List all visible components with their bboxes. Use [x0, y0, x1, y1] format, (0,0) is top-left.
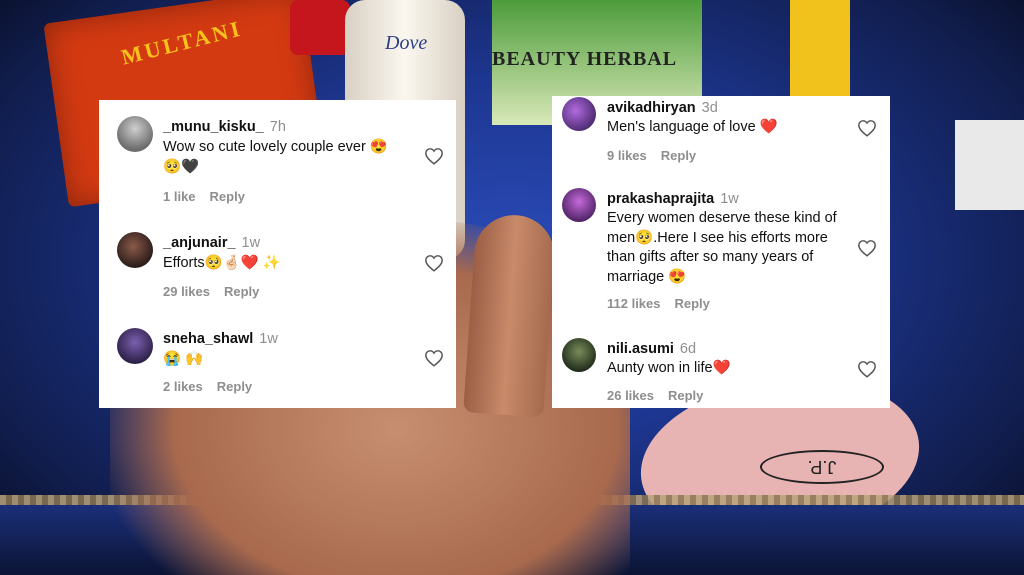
- comment-header: prakashaprajita 1w: [607, 190, 739, 208]
- comment-text-line: men🥺.Here I see his efforts more: [607, 229, 828, 246]
- bottle-label: Dove: [385, 32, 428, 54]
- comment-time: 3d: [701, 100, 718, 116]
- comment-header: _munu_kisku_ 7h: [163, 118, 286, 136]
- avatar[interactable]: [562, 188, 596, 222]
- comment-item: avikadhiryan 3d Men's language of love ❤️…: [552, 96, 890, 176]
- avatar[interactable]: [117, 232, 153, 268]
- like-count[interactable]: 1 like: [163, 189, 196, 204]
- jp-tag: J.P.: [760, 450, 884, 484]
- comment-item: sneha_shawl 1w 😭 🙌 2 likes Reply: [99, 316, 456, 406]
- avatar[interactable]: [562, 97, 596, 131]
- reply-button[interactable]: Reply: [675, 296, 710, 311]
- comment-username[interactable]: _anjunair_: [163, 235, 236, 251]
- like-count[interactable]: 2 likes: [163, 379, 203, 394]
- avatar[interactable]: [117, 116, 153, 152]
- heart-outline-icon[interactable]: [424, 254, 446, 274]
- heart-outline-icon[interactable]: [857, 239, 879, 259]
- comment-text: Aunty won in life❤️: [607, 360, 731, 376]
- reply-button[interactable]: Reply: [661, 148, 696, 163]
- reply-button[interactable]: Reply: [224, 284, 259, 299]
- comment-meta: 29 likes Reply: [163, 284, 259, 299]
- comment-time: 1w: [259, 331, 278, 347]
- like-count[interactable]: 112 likes: [607, 296, 661, 311]
- comment-username[interactable]: nili.asumi: [607, 341, 674, 357]
- comment-meta: 1 like Reply: [163, 189, 245, 204]
- comment-meta: 9 likes Reply: [607, 148, 696, 163]
- comment-text-line: than gifts after so many years of: [607, 249, 814, 265]
- heart-outline-icon[interactable]: [857, 360, 879, 380]
- comment-item: _munu_kisku_ 7h Wow so cute lovely couple…: [99, 100, 456, 210]
- comment-item: _anjunair_ 1w Efforts🥺🤞🏻❤️ ✨ 29 likes Repl…: [99, 218, 456, 308]
- pointing-finger: [463, 212, 557, 418]
- heart-outline-icon[interactable]: [857, 119, 879, 139]
- comment-header: sneha_shawl 1w: [163, 330, 278, 348]
- comment-time: 1w: [720, 191, 739, 207]
- like-count[interactable]: 29 likes: [163, 284, 210, 299]
- herbal-label: BEAUTY HERBAL: [492, 48, 678, 70]
- comment-text-line: marriage 😍: [607, 268, 687, 285]
- comment-text: Efforts🥺🤞🏻❤️ ✨: [163, 255, 281, 271]
- like-count[interactable]: 26 likes: [607, 388, 654, 403]
- comment-time: 6d: [679, 341, 697, 357]
- comment-text: Every women deserve these kind of men🥺.H…: [607, 209, 837, 287]
- comment-username[interactable]: sneha_shawl: [163, 331, 253, 347]
- comment-text: 😭 🙌: [163, 351, 204, 367]
- comments-panel-right: avikadhiryan 3d Men's language of love ❤️…: [552, 96, 890, 408]
- comment-text-line: Wow so cute lovely couple ever 😍: [163, 139, 388, 155]
- comment-username[interactable]: prakashaprajita: [607, 191, 714, 207]
- heart-outline-icon[interactable]: [424, 349, 446, 369]
- heart-outline-icon[interactable]: [424, 147, 446, 167]
- comment-time: 1w: [241, 235, 261, 251]
- comment-header: avikadhiryan 3d: [607, 99, 718, 117]
- comment-username[interactable]: _munu_kisku_: [163, 119, 264, 135]
- avatar[interactable]: [562, 338, 596, 372]
- comments-panel-left: _munu_kisku_ 7h Wow so cute lovely couple…: [99, 100, 456, 408]
- avatar[interactable]: [117, 328, 153, 364]
- white-package: [955, 120, 1024, 210]
- comment-meta: 112 likes Reply: [607, 296, 710, 311]
- red-bottle-cap: [290, 0, 350, 55]
- comment-header: _anjunair_ 1w: [163, 234, 260, 252]
- comment-meta: 26 likes Reply: [607, 388, 703, 403]
- comment-item: prakashaprajita 1w Every women deserve th…: [552, 186, 890, 316]
- reply-button[interactable]: Reply: [217, 379, 252, 394]
- reply-button[interactable]: Reply: [210, 189, 245, 204]
- comment-header: nili.asumi 6d: [607, 340, 696, 358]
- comment-text-line: Every women deserve these kind of: [607, 210, 837, 226]
- comment-item: nili.asumi 6d Aunty won in life❤️ 26 like…: [552, 338, 890, 408]
- comment-text: Wow so cute lovely couple ever 😍 🥺🖤: [163, 138, 388, 177]
- like-count[interactable]: 9 likes: [607, 148, 647, 163]
- comment-text: Men's language of love ❤️: [607, 119, 778, 135]
- yellow-bottle: [790, 0, 850, 100]
- reply-button[interactable]: Reply: [668, 388, 703, 403]
- comment-meta: 2 likes Reply: [163, 379, 252, 394]
- comment-username[interactable]: avikadhiryan: [607, 100, 696, 116]
- comment-text-line: 🥺🖤: [163, 158, 200, 175]
- comment-time: 7h: [269, 119, 286, 135]
